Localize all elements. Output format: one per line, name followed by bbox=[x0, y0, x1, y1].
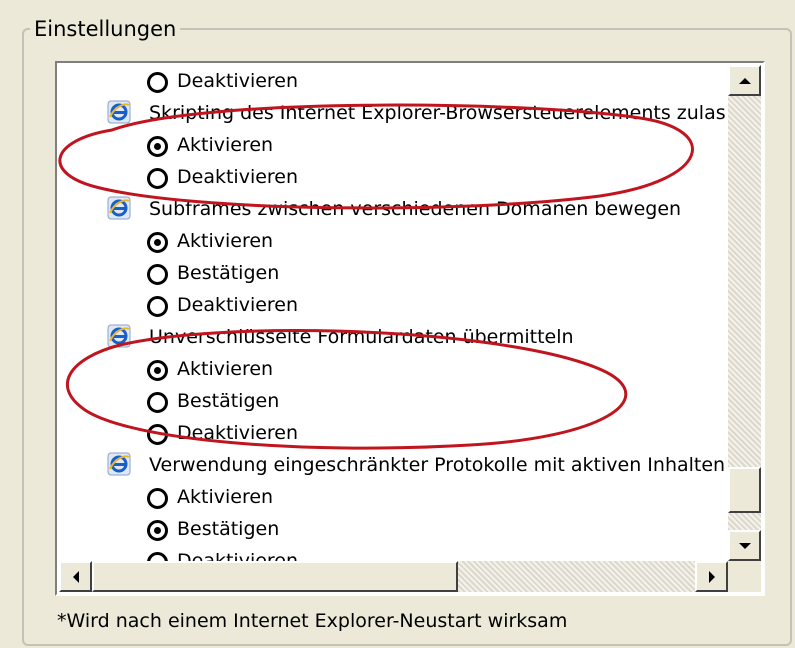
radio-option-label: Aktivieren bbox=[177, 358, 274, 380]
vertical-scroll-thumb[interactable] bbox=[728, 467, 761, 513]
arrow-up-icon bbox=[738, 77, 751, 84]
radio-button[interactable] bbox=[147, 168, 168, 189]
radio-option-label: Aktivieren bbox=[177, 230, 274, 252]
radio-option-label: Bestätigen bbox=[177, 518, 280, 540]
scroll-left-button[interactable] bbox=[59, 561, 92, 592]
scrollbar-corner bbox=[728, 561, 761, 592]
radio-button[interactable] bbox=[147, 72, 168, 93]
settings-tree-list[interactable]: Deaktivieren Skripting des Internet Explo… bbox=[55, 61, 765, 596]
radio-button-checked[interactable] bbox=[147, 520, 168, 541]
ie-icon bbox=[107, 196, 131, 220]
radio-option-label: Deaktivieren bbox=[177, 166, 299, 188]
arrow-left-icon bbox=[72, 570, 79, 583]
setting-label: Skripting des Internet Explorer-Browsers… bbox=[149, 102, 726, 124]
radio-option-label: Deaktivieren bbox=[177, 550, 299, 561]
radio-option-label: Bestätigen bbox=[177, 262, 280, 284]
ie-icon bbox=[107, 452, 131, 476]
radio-button-checked[interactable] bbox=[147, 136, 168, 157]
radio-button[interactable] bbox=[147, 296, 168, 317]
radio-button[interactable] bbox=[147, 264, 168, 285]
scroll-up-button[interactable] bbox=[728, 65, 761, 96]
scroll-right-button[interactable] bbox=[695, 561, 728, 592]
radio-option-label: Bestätigen bbox=[177, 390, 280, 412]
radio-button[interactable] bbox=[147, 488, 168, 509]
horizontal-scrollbar[interactable] bbox=[59, 561, 728, 592]
ie-icon bbox=[107, 100, 131, 124]
radio-button[interactable] bbox=[147, 552, 168, 561]
setting-label: Subframes zwischen verschiedenen Domänen… bbox=[149, 198, 682, 220]
settings-group-title: Einstellungen bbox=[30, 16, 181, 42]
radio-option-label: Deaktivieren bbox=[177, 422, 299, 444]
setting-label: Verwendung eingeschränkter Protokolle mi… bbox=[149, 454, 726, 476]
vertical-scrollbar[interactable] bbox=[728, 65, 761, 561]
radio-option-label: Deaktivieren bbox=[177, 70, 299, 92]
radio-button-checked[interactable] bbox=[147, 232, 168, 253]
radio-option-label: Deaktivieren bbox=[177, 294, 299, 316]
arrow-right-icon bbox=[708, 570, 715, 583]
scroll-down-button[interactable] bbox=[728, 530, 761, 561]
radio-option-label: Aktivieren bbox=[177, 134, 274, 156]
radio-button[interactable] bbox=[147, 392, 168, 413]
setting-label: Unverschlüsselte Formulardaten übermitte… bbox=[149, 326, 574, 348]
settings-tree-viewport: Deaktivieren Skripting des Internet Explo… bbox=[59, 65, 728, 561]
horizontal-scroll-thumb[interactable] bbox=[92, 561, 458, 592]
radio-button-checked[interactable] bbox=[147, 360, 168, 381]
ie-icon bbox=[107, 324, 131, 348]
restart-footnote: *Wird nach einem Internet Explorer-Neust… bbox=[57, 610, 568, 632]
radio-option-label: Aktivieren bbox=[177, 486, 274, 508]
radio-button[interactable] bbox=[147, 424, 168, 445]
arrow-down-icon bbox=[738, 542, 751, 549]
